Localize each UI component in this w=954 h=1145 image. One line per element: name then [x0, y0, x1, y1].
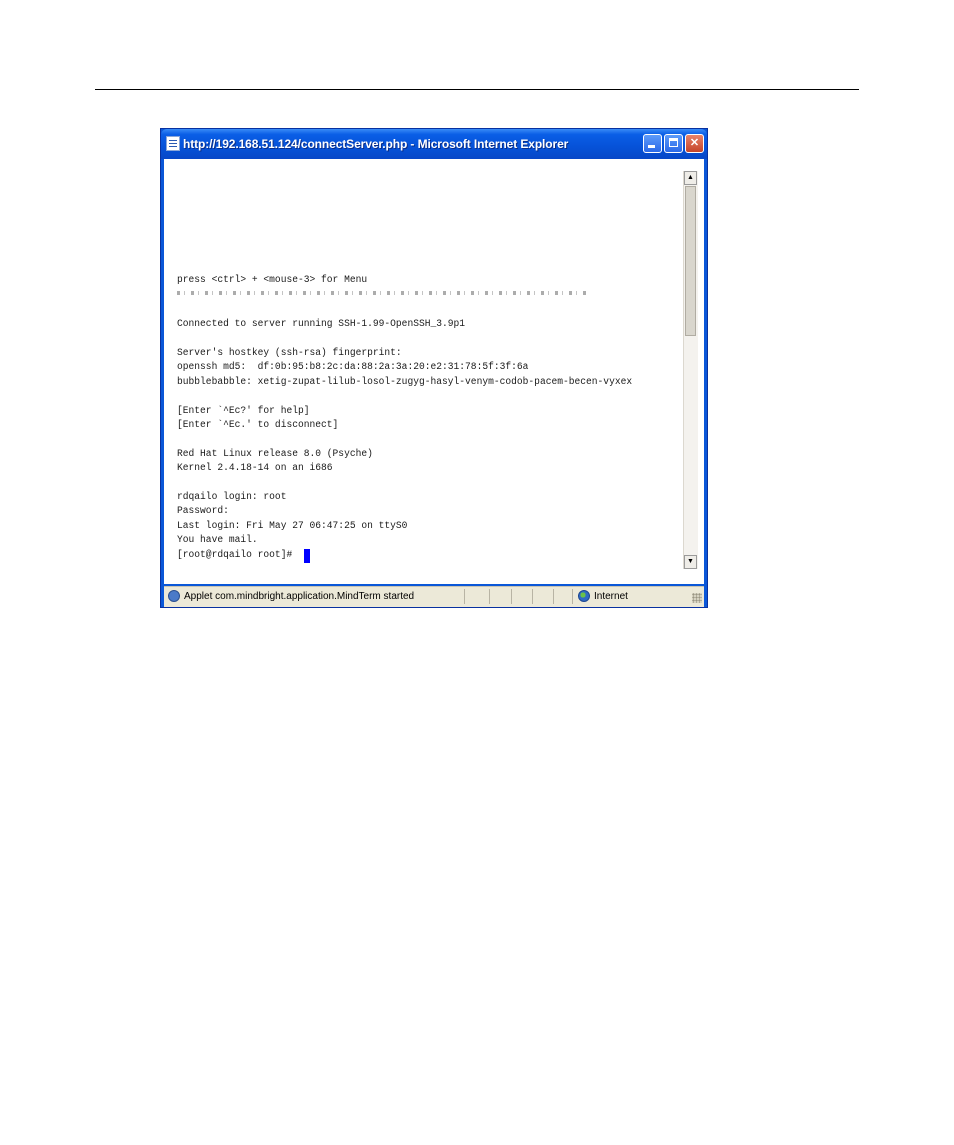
- close-icon: ✕: [689, 137, 700, 149]
- terminal-line: Red Hat Linux release 8.0 (Psyche): [177, 449, 373, 460]
- scroll-down-button[interactable]: ▼: [684, 555, 697, 569]
- terminal-line: You have mail.: [177, 535, 258, 546]
- ie-page-icon[interactable]: [166, 136, 180, 151]
- browser-content: press <ctrl> + <mouse-3> for Menu Connec…: [164, 159, 704, 584]
- terminal-line: Last login: Fri May 27 06:47:25 on ttyS0: [177, 521, 408, 532]
- globe-icon: [578, 590, 590, 602]
- vertical-scrollbar[interactable]: ▲ ▼: [683, 171, 698, 569]
- status-divider: [511, 589, 512, 604]
- minimize-icon: [648, 145, 655, 148]
- status-message: Applet com.mindbright.application.MindTe…: [184, 591, 415, 602]
- scroll-thumb[interactable]: [685, 186, 696, 336]
- terminal-line: Kernel 2.4.18-14 on an i686: [177, 463, 333, 474]
- window-title: http://192.168.51.124/connectServer.php …: [183, 137, 569, 151]
- arrow-up-icon: ▲: [687, 174, 694, 181]
- security-zone: Internet: [594, 591, 628, 602]
- maximize-icon: [669, 138, 678, 147]
- garbled-line: [177, 291, 587, 295]
- status-divider: [572, 589, 573, 604]
- page-header-rule: [95, 89, 859, 90]
- status-divider: [464, 589, 465, 604]
- terminal-line: bubblebabble: xetig-zupat-lilub-losol-zu…: [177, 377, 633, 388]
- status-divider: [553, 589, 554, 604]
- terminal-line: Connected to server running SSH-1.99-Ope…: [177, 319, 466, 330]
- status-divider: [532, 589, 533, 604]
- maximize-button[interactable]: [664, 134, 683, 153]
- terminal-line: openssh md5: df:0b:95:b8:2c:da:88:2a:3a:…: [177, 362, 529, 373]
- resize-grip[interactable]: [692, 593, 702, 603]
- close-button[interactable]: ✕: [685, 134, 704, 153]
- terminal-line: [Enter `^Ec.' to disconnect]: [177, 420, 339, 431]
- applet-icon: [168, 590, 180, 602]
- terminal-line: Password:: [177, 506, 229, 517]
- title-bar[interactable]: http://192.168.51.124/connectServer.php …: [161, 129, 707, 159]
- status-divider: [489, 589, 490, 604]
- ie-window: http://192.168.51.124/connectServer.php …: [160, 128, 708, 608]
- terminal-cursor: [304, 549, 310, 563]
- scroll-up-button[interactable]: ▲: [684, 171, 697, 185]
- terminal-line: press <ctrl> + <mouse-3> for Menu: [177, 275, 368, 286]
- terminal-line: rdqailo login: root: [177, 492, 287, 503]
- minimize-button[interactable]: [643, 134, 662, 153]
- terminal-prompt: [root@rdqailo root]#: [177, 550, 293, 561]
- terminal-line: [Enter `^Ec?' for help]: [177, 406, 310, 417]
- terminal-line: Server's hostkey (ssh-rsa) fingerprint:: [177, 348, 402, 359]
- arrow-down-icon: ▼: [687, 558, 694, 565]
- status-bar: Applet com.mindbright.application.MindTe…: [164, 586, 704, 607]
- mindterm-terminal[interactable]: press <ctrl> + <mouse-3> for Menu Connec…: [164, 159, 682, 584]
